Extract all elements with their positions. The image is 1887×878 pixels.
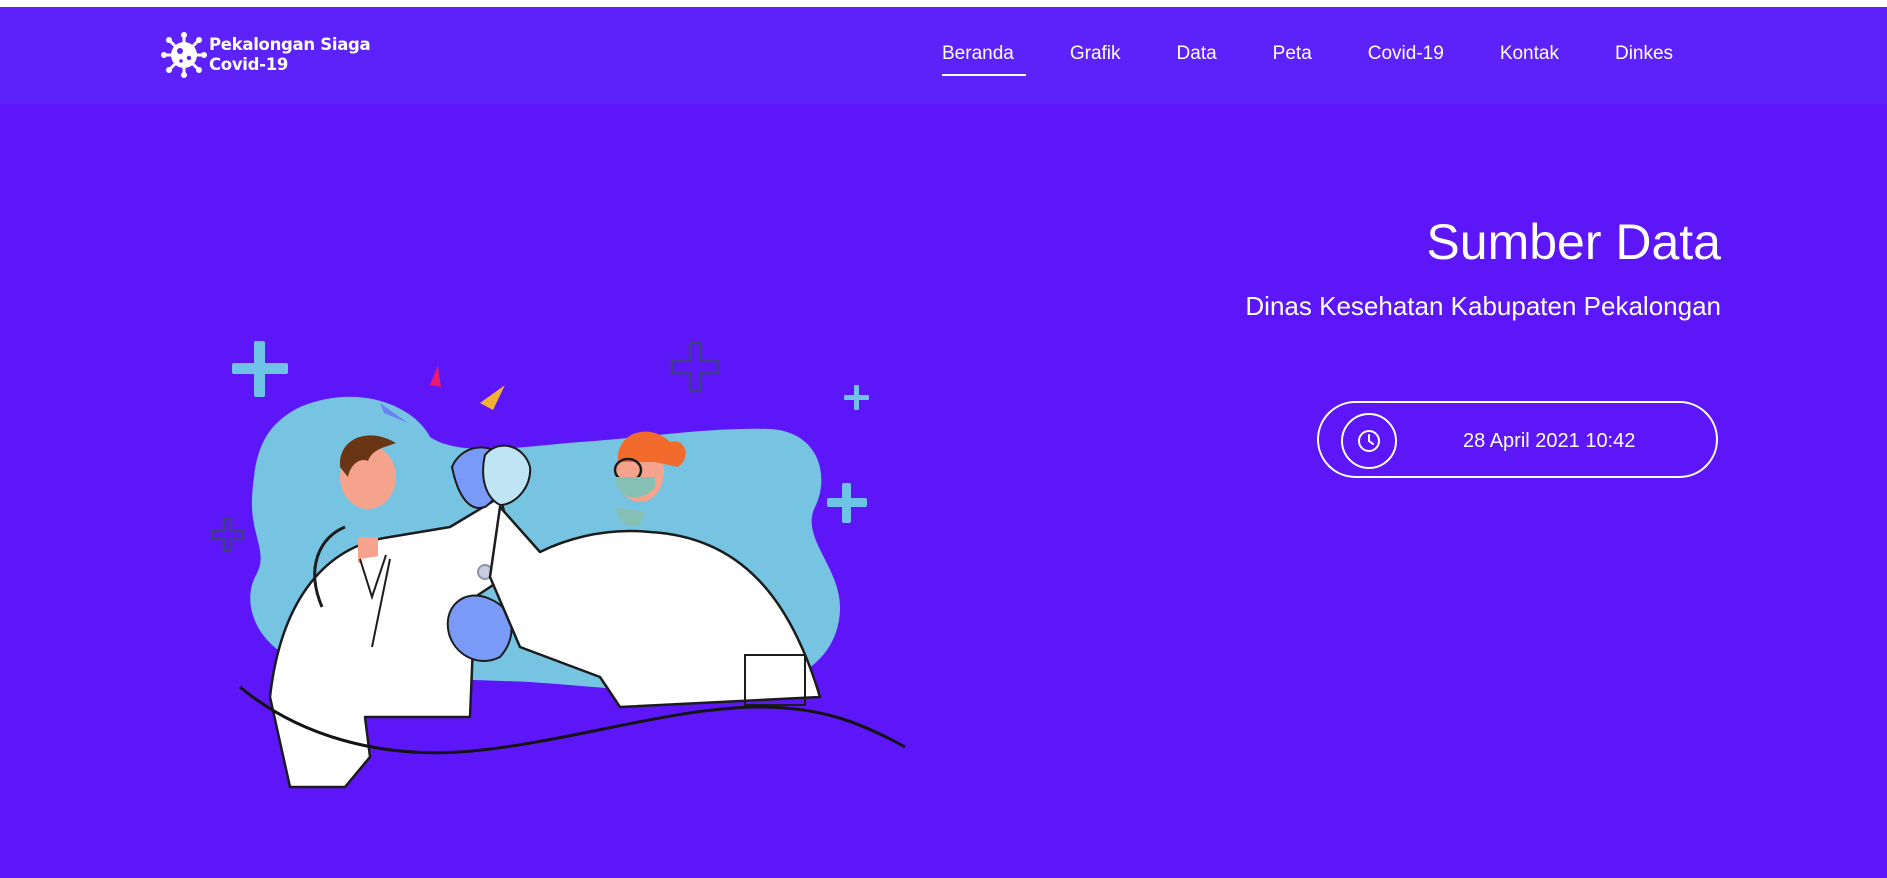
doctors-high-five-illustration xyxy=(210,341,906,789)
nav-item-grafik[interactable]: Grafik xyxy=(1070,43,1121,65)
nav-item-beranda[interactable]: Beranda xyxy=(942,43,1026,76)
nav-item-covid-19[interactable]: Covid-19 xyxy=(1368,43,1444,65)
hero-subtitle: Dinas Kesehatan Kabupaten Pekalongan xyxy=(1245,291,1721,321)
datetime-badge: 28 April 2021 10:42 xyxy=(1317,401,1718,478)
nav-item-dinkes[interactable]: Dinkes xyxy=(1615,43,1673,65)
hero-title: Sumber Data xyxy=(1426,214,1721,270)
clock-icon-wrapper xyxy=(1341,413,1397,469)
brand-logo[interactable]: Pekalongan Siaga Covid-19 xyxy=(161,32,371,78)
nav-item-peta[interactable]: Peta xyxy=(1273,43,1312,65)
nav-item-data[interactable]: Data xyxy=(1177,43,1217,65)
navbar: Pekalongan Siaga Covid-19 Beranda Grafik… xyxy=(0,7,1887,104)
brand-name-line1: Pekalongan Siaga xyxy=(209,35,371,54)
virus-icon xyxy=(161,32,207,78)
main-nav: Beranda Grafik Data Peta Covid-19 Kontak… xyxy=(942,43,1673,76)
nav-item-kontak[interactable]: Kontak xyxy=(1500,43,1559,65)
page: Pekalongan Siaga Covid-19 Beranda Grafik… xyxy=(0,7,1887,878)
brand-name: Pekalongan Siaga Covid-19 xyxy=(209,35,371,75)
clock-icon xyxy=(1358,430,1380,452)
datetime-text: 28 April 2021 10:42 xyxy=(1463,430,1636,452)
brand-name-line2: Covid-19 xyxy=(209,55,289,74)
